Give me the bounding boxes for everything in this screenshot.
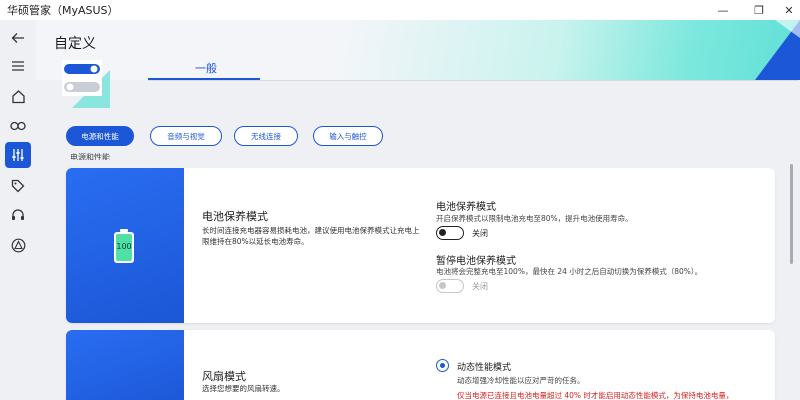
back-arrow-icon[interactable] [5, 25, 31, 51]
tab-general[interactable]: 一般 [150, 60, 262, 80]
card-accent-band: 100 [66, 168, 184, 323]
tab-divider [148, 80, 798, 81]
settings-toggle-icon [58, 56, 110, 108]
fan-mode-description: 选择您想要的风扇转速。 [202, 384, 285, 393]
triangle-icon[interactable] [5, 232, 31, 258]
fan-mode-dynamic-warning: 仅当电源已连接且电池电量超过 40% 时才能启用动态性能模式，为保持电池电量， [457, 391, 734, 400]
battery-care-toggle-label: 关闭 [472, 229, 488, 238]
headset-icon[interactable] [5, 202, 31, 228]
radio-dot [439, 362, 445, 368]
page-title: 自定义 [54, 36, 96, 52]
battery-care-card: 100 电池保养模式 长时间连接充电器容易损耗电池，建议使用电池保养模式让充电上… [66, 168, 775, 323]
category-audio-visual[interactable]: 音频与视觉 [150, 126, 222, 146]
pause-battery-care-toggle[interactable] [436, 279, 464, 293]
battery-care-toggle[interactable] [436, 226, 464, 240]
category-input-touch[interactable]: 输入与触控 [313, 126, 383, 146]
window-title: 华硕管家（MyASUS） [7, 4, 119, 17]
fan-mode-title: 风扇模式 [202, 370, 246, 383]
sliders-icon[interactable] [5, 142, 31, 168]
minimize-button[interactable]: — [708, 0, 738, 20]
fan-mode-dynamic-description: 动态增强冷却性能以应对严苛的任务。 [457, 376, 585, 385]
scrollbar[interactable] [790, 164, 793, 264]
battery-care-title: 电池保养模式 [202, 210, 268, 223]
maximize-button[interactable]: ❐ [744, 0, 774, 20]
category-power-performance[interactable]: 电源和性能 [66, 126, 134, 146]
battery-care-option-description: 开启保养模式以限制电池充电至80%，提升电池使用寿命。 [436, 214, 633, 223]
header-decoration [755, 20, 800, 80]
toggle-knob [439, 229, 446, 236]
battery-care-option-title: 电池保养模式 [436, 202, 496, 213]
category-wireless[interactable]: 无线连接 [234, 126, 298, 146]
sidebar [0, 20, 36, 400]
link-icon[interactable] [5, 113, 31, 139]
battery-care-description-line2: 限维持在80%以延长电池寿命。 [202, 237, 309, 246]
card-accent-band [66, 330, 184, 400]
home-icon[interactable] [5, 83, 31, 109]
fan-mode-card: 风扇模式 选择您想要的风扇转速。 动态性能模式 动态增强冷却性能以应对严苛的任务… [66, 330, 775, 400]
svg-text:100: 100 [116, 242, 131, 251]
battery-level-text: 100 [116, 242, 131, 251]
title-bar: 华硕管家（MyASUS） — ❐ ✕ [0, 0, 800, 20]
pause-battery-care-description: 电池将会完整充电至100%，最快在 24 小时之后自动切换为保养模式（80%）。 [436, 267, 703, 276]
section-heading-cutoff: 电源和性能 [70, 153, 110, 160]
fan-mode-dynamic-label: 动态性能模式 [457, 363, 512, 373]
close-button[interactable]: ✕ [774, 0, 800, 20]
tag-icon[interactable] [5, 173, 31, 199]
menu-icon[interactable] [5, 53, 31, 79]
fan-mode-dynamic-radio[interactable] [436, 359, 449, 372]
pause-battery-care-title: 暂停电池保养模式 [436, 256, 516, 267]
toggle-knob [439, 282, 446, 289]
pause-battery-care-toggle-label: 关闭 [472, 282, 488, 291]
